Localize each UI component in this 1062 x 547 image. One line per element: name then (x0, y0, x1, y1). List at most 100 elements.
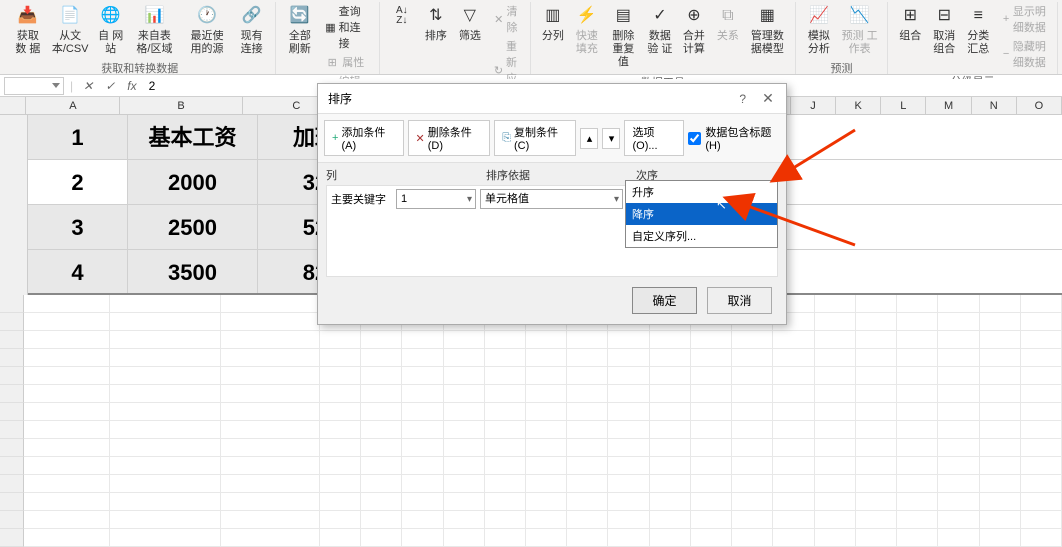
empty-cell[interactable] (856, 529, 897, 547)
empty-cell[interactable] (773, 439, 814, 457)
cell-a3[interactable]: 3 (28, 205, 128, 249)
col-header-m[interactable]: M (926, 97, 971, 114)
empty-cell[interactable] (773, 349, 814, 367)
group-button[interactable]: ⊞组合 (894, 2, 926, 45)
sort-options-button[interactable]: 选项(O)... (624, 120, 684, 156)
empty-cell[interactable] (856, 511, 897, 529)
get-data-button[interactable]: 📥获取数 据 (10, 2, 46, 58)
empty-cell[interactable] (221, 457, 320, 475)
empty-cell[interactable] (444, 511, 485, 529)
fx-cancel-button[interactable]: ✕ (79, 79, 97, 93)
empty-cell[interactable] (1021, 295, 1062, 313)
empty-cell[interactable] (485, 421, 526, 439)
empty-cell[interactable] (24, 529, 110, 547)
fx-confirm-button[interactable]: ✓ (101, 79, 119, 93)
empty-cell[interactable] (938, 385, 979, 403)
subtotal-button[interactable]: ≡分类汇总 (962, 2, 994, 58)
empty-cell[interactable] (897, 493, 938, 511)
empty-cell[interactable] (608, 529, 649, 547)
ungroup-button[interactable]: ⊟取消组合 (928, 2, 960, 58)
row-header[interactable] (0, 205, 28, 250)
fx-button[interactable]: fx (123, 79, 140, 93)
empty-cell[interactable] (361, 475, 402, 493)
move-down-button[interactable]: ▾ (602, 128, 620, 149)
from-table-button[interactable]: 📊来自表 格/区域 (129, 2, 181, 58)
empty-cell[interactable] (24, 493, 110, 511)
empty-cell[interactable] (856, 421, 897, 439)
header-checkbox[interactable] (688, 132, 701, 145)
empty-cell[interactable] (567, 403, 608, 421)
empty-cell[interactable] (650, 421, 691, 439)
empty-cell[interactable] (815, 511, 856, 529)
empty-cell[interactable] (691, 475, 732, 493)
empty-cell[interactable] (444, 367, 485, 385)
empty-cell[interactable] (526, 529, 567, 547)
empty-cell[interactable] (650, 439, 691, 457)
empty-cell[interactable] (650, 493, 691, 511)
cancel-button[interactable]: 取消 (707, 287, 772, 314)
empty-cell[interactable] (773, 475, 814, 493)
order-option-desc[interactable]: 降序 (626, 203, 777, 225)
empty-cell[interactable] (526, 349, 567, 367)
from-web-button[interactable]: 🌐自 网站 (95, 2, 127, 58)
empty-cell[interactable] (815, 349, 856, 367)
empty-cell[interactable] (24, 367, 110, 385)
col-header-o[interactable]: O (1017, 97, 1062, 114)
empty-cell[interactable] (980, 331, 1021, 349)
empty-cell[interactable] (608, 439, 649, 457)
data-model-button[interactable]: ▦管理数 据模型 (746, 2, 789, 58)
empty-cell[interactable] (897, 511, 938, 529)
row-header[interactable] (0, 115, 28, 160)
empty-cell[interactable] (402, 439, 443, 457)
empty-cell[interactable] (567, 439, 608, 457)
what-if-button[interactable]: 📈模拟分析 (802, 2, 836, 58)
empty-cell[interactable] (485, 511, 526, 529)
empty-cell[interactable] (691, 511, 732, 529)
empty-cell[interactable] (980, 367, 1021, 385)
empty-cell[interactable] (856, 403, 897, 421)
empty-cell[interactable] (691, 421, 732, 439)
empty-cell[interactable] (485, 385, 526, 403)
empty-cell[interactable] (608, 367, 649, 385)
row-header[interactable] (0, 250, 28, 295)
empty-cell[interactable] (732, 493, 773, 511)
row-header[interactable] (0, 160, 28, 205)
empty-cell[interactable] (221, 385, 320, 403)
dialog-close-button[interactable]: ✕ (760, 90, 776, 107)
empty-cell[interactable] (897, 349, 938, 367)
empty-cell[interactable] (732, 385, 773, 403)
empty-cell[interactable] (1021, 331, 1062, 349)
empty-cell[interactable] (221, 493, 320, 511)
empty-cell[interactable] (815, 529, 856, 547)
empty-cell[interactable] (608, 493, 649, 511)
empty-cell[interactable] (815, 313, 856, 331)
empty-cell[interactable] (320, 385, 361, 403)
order-option-custom[interactable]: 自定义序列... (626, 225, 777, 247)
empty-cell[interactable] (650, 385, 691, 403)
empty-cell[interactable] (444, 349, 485, 367)
empty-cell[interactable] (650, 367, 691, 385)
empty-cell[interactable] (320, 421, 361, 439)
empty-cell[interactable] (221, 439, 320, 457)
empty-cell[interactable] (110, 529, 221, 547)
empty-cell[interactable] (24, 349, 110, 367)
empty-cell[interactable] (938, 403, 979, 421)
empty-cell[interactable] (980, 421, 1021, 439)
empty-cell[interactable] (1021, 421, 1062, 439)
empty-cell[interactable] (815, 403, 856, 421)
empty-cell[interactable] (320, 457, 361, 475)
empty-cell[interactable] (110, 349, 221, 367)
empty-cell[interactable] (526, 493, 567, 511)
empty-cell[interactable] (815, 295, 856, 313)
empty-cell[interactable] (444, 529, 485, 547)
empty-cell[interactable] (980, 439, 1021, 457)
empty-cell[interactable] (402, 475, 443, 493)
empty-cell[interactable] (938, 439, 979, 457)
empty-cell[interactable] (1021, 439, 1062, 457)
empty-cell[interactable] (361, 439, 402, 457)
cell-a4[interactable]: 4 (28, 250, 128, 293)
empty-cell[interactable] (361, 511, 402, 529)
empty-cell[interactable] (402, 385, 443, 403)
empty-cell[interactable] (485, 439, 526, 457)
empty-cell[interactable] (567, 385, 608, 403)
